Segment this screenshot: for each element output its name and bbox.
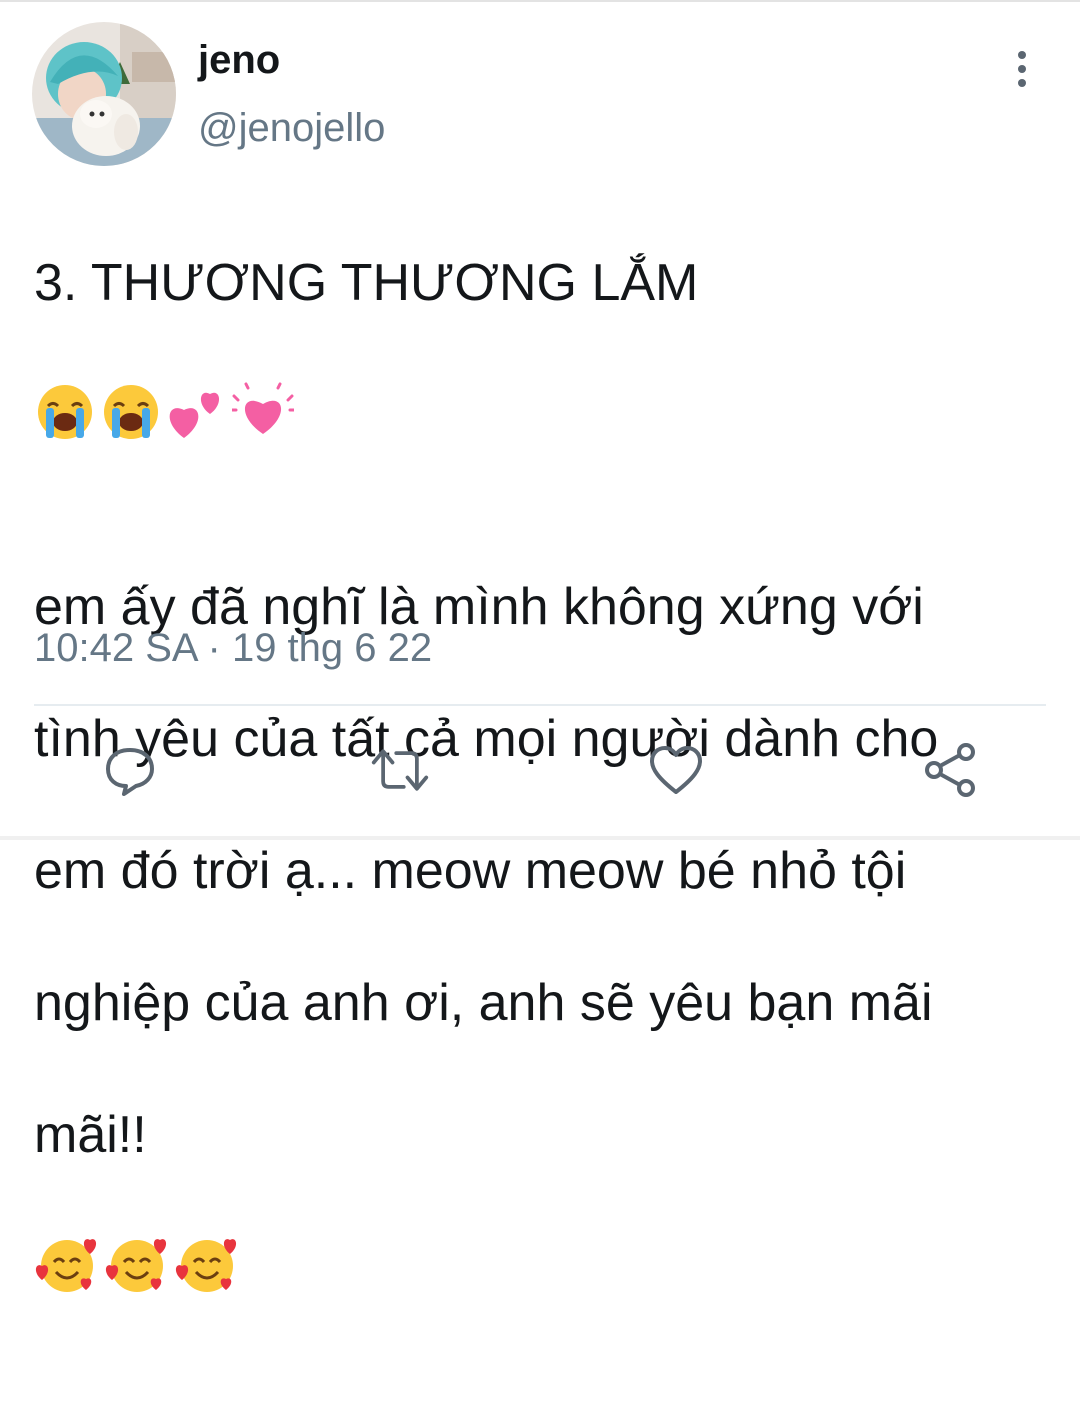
share-icon xyxy=(925,743,975,797)
smiling-face-with-hearts-icon xyxy=(174,1168,240,1360)
like-button[interactable] xyxy=(646,740,706,800)
tweet-date: 19 thg 6 22 xyxy=(231,626,433,670)
tweet-time: 10:42 SA xyxy=(34,626,197,670)
more-options-button[interactable] xyxy=(1002,44,1042,94)
avatar[interactable] xyxy=(32,22,176,166)
tweet-line: 3. THƯƠNG THƯƠNG LẮM xyxy=(34,250,1044,508)
beating-heart-icon xyxy=(232,316,294,508)
tweet-detail: jeno @jenojello 3. THƯƠNG THƯƠNG LẮM em … xyxy=(0,0,1080,1292)
more-dot xyxy=(1018,65,1026,73)
tweet-line: mãi!! xyxy=(34,1102,1044,1360)
smiling-face-with-hearts-icon xyxy=(104,1168,170,1360)
display-name[interactable]: jeno xyxy=(198,38,280,82)
share-button[interactable] xyxy=(920,740,980,800)
tweet-line: em đó trời ạ... meow meow bé nhỏ tội xyxy=(34,842,907,900)
reply-button[interactable] xyxy=(100,740,160,800)
more-dot xyxy=(1018,51,1026,59)
reply-icon xyxy=(106,748,154,796)
top-divider xyxy=(0,0,1080,2)
loudly-crying-face-icon xyxy=(100,316,162,508)
tweet-timestamp[interactable]: 10:42 SA · 19 thg 6 22 xyxy=(34,624,432,672)
two-hearts-icon xyxy=(166,316,228,508)
tweet-line: tình yêu của tất cả mọi người dành cho xyxy=(34,710,939,768)
retweet-button[interactable] xyxy=(370,740,430,800)
more-dot xyxy=(1018,79,1026,87)
bottom-divider xyxy=(0,836,1080,840)
retweet-icon xyxy=(371,749,429,791)
loudly-crying-face-icon xyxy=(34,316,96,508)
smiling-face-with-hearts-icon xyxy=(34,1168,100,1360)
user-handle[interactable]: @jenojello xyxy=(198,106,385,150)
like-icon xyxy=(650,746,702,794)
tweet-text: 3. THƯƠNG THƯƠNG LẮM em ấy đã nghĩ là mì… xyxy=(34,184,1044,1426)
tweet-line: nghiệp của anh ơi, anh sẽ yêu bạn mãi xyxy=(34,974,933,1032)
profile-photo-icon xyxy=(32,22,176,166)
divider xyxy=(34,704,1046,706)
meta-separator-dot: · xyxy=(207,626,221,670)
